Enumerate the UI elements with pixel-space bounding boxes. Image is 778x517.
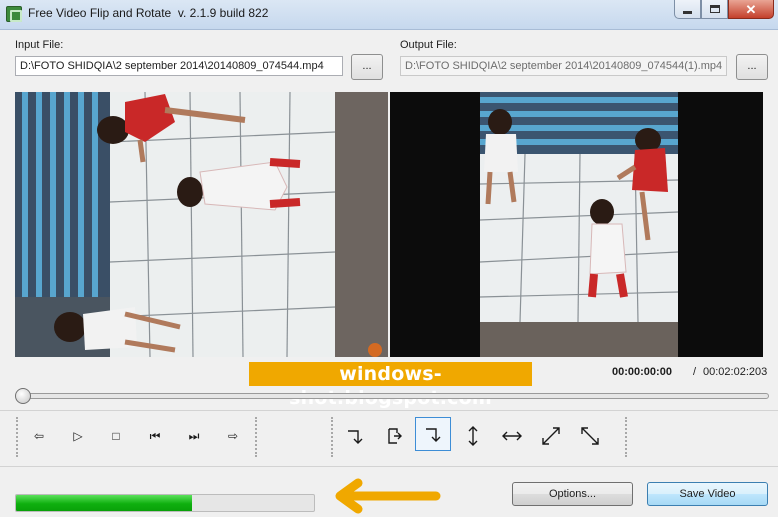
next-frame-icon: ⏭ [188,428,200,443]
seek-forward-icon: ⇨ [227,429,239,443]
input-browse-button[interactable]: ... [351,54,383,80]
seek-forward-button[interactable]: ⇨ [215,419,251,453]
toolbar-grip [16,417,18,457]
play-button[interactable]: ▷ [60,419,96,453]
stop-icon: □ [112,429,120,443]
transverse-icon [581,427,599,445]
rotate-180-icon [388,428,402,444]
toolbar-grip [255,417,257,457]
rotate-180-button[interactable] [376,419,412,453]
save-video-button[interactable]: Save Video [647,482,768,506]
flip-horizontal-icon [502,431,522,441]
total-time: 00:02:02:203 [703,366,768,378]
time-separator: / [693,366,697,378]
maximize-icon [709,5,720,13]
output-file-field: D:\FOTO SHIDQIA\2 september 2014\2014080… [400,56,727,76]
title-bar: Free Video Flip and Rotate v. 2.1.9 buil… [0,0,778,30]
annotation-arrow [335,478,441,514]
rotate-left-icon [348,430,363,444]
toolbar-grip [331,417,333,457]
transpose-button[interactable] [533,419,569,453]
previous-frame-button[interactable]: ⏮ [137,419,173,453]
progress-bar [15,494,315,512]
seek-bar[interactable] [22,393,769,399]
current-time: 00:00:00:00 [612,366,672,378]
rotate-right-button[interactable] [415,417,451,451]
toolbar-separator [0,410,778,411]
next-frame-button[interactable]: ⏭ [176,419,212,453]
transpose-icon [542,427,560,445]
play-icon: ▷ [73,429,83,443]
rotate-left-button[interactable] [337,419,373,453]
output-video-frame [480,92,678,357]
app-icon [6,6,22,22]
stop-button[interactable]: □ [98,419,134,453]
output-browse-button[interactable]: ... [736,54,768,80]
flip-horizontal-button[interactable] [494,419,530,453]
window-controls: ✕ [674,0,774,19]
flip-vertical-icon [468,426,478,446]
rotate-right-icon [426,428,441,442]
watermark-banner: windows-shot.blogspot.com [249,362,532,409]
footer-separator [0,466,778,467]
minimize-icon [683,10,692,14]
input-file-field[interactable]: D:\FOTO SHIDQIA\2 september 2014\2014080… [15,56,343,76]
input-video-preview [15,92,388,357]
transverse-button[interactable] [572,419,608,453]
flip-vertical-button[interactable] [455,419,491,453]
output-file-label: Output File: [400,39,457,51]
input-file-label: Input File: [15,39,64,51]
close-icon: ✕ [745,1,757,17]
seek-back-button[interactable]: ⇦ [21,419,57,453]
window-title: Free Video Flip and Rotate v. 2.1.9 buil… [28,6,269,20]
seek-thumb[interactable] [15,388,31,404]
toolbar-grip [625,417,627,457]
seek-back-icon: ⇦ [33,429,45,443]
maximize-button[interactable] [701,0,728,19]
close-button[interactable]: ✕ [728,0,774,19]
input-video-frame [15,92,388,357]
minimize-button[interactable] [674,0,701,19]
output-video-preview [390,92,763,357]
previous-frame-icon: ⏮ [149,428,161,443]
options-button[interactable]: Options... [512,482,633,506]
progress-fill [16,495,192,511]
